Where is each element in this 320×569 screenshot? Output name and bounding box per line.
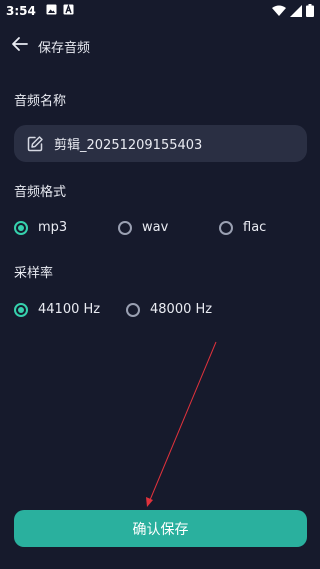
status-right-icons [272,4,314,20]
app-bar: 保存音频 [0,32,320,60]
format-option-label: wav [142,220,169,235]
back-button[interactable] [8,34,32,58]
radio-unselected-icon [126,302,140,317]
signal-icon [290,4,302,20]
format-option-label: mp3 [38,220,68,235]
edit-icon [26,135,44,153]
audio-format-label: 音频格式 [14,185,67,200]
sample-rate-option-44100[interactable]: 44100 Hz [14,302,100,317]
audio-name-input[interactable] [52,135,296,152]
audio-name-label: 音频名称 [14,94,67,109]
page-title: 保存音频 [38,40,91,56]
confirm-save-button[interactable]: 确认保存 [14,510,307,547]
wifi-icon [272,5,286,20]
image-icon [46,4,57,18]
status-time: 3:54 [6,4,36,18]
status-left-icons [46,3,74,18]
sample-rate-option-label: 44100 Hz [38,302,101,317]
radio-selected-icon [14,302,28,317]
annotation-arrow [146,341,217,507]
radio-selected-icon [14,220,28,235]
format-option-wav[interactable]: wav [118,220,168,235]
font-a-icon [63,3,74,18]
format-option-mp3[interactable]: mp3 [14,220,67,235]
format-option-flac[interactable]: flac [219,220,266,235]
sample-rate-label: 采样率 [14,266,54,281]
sample-rate-option-label: 48000 Hz [150,302,213,317]
radio-unselected-icon [219,220,233,235]
status-bar: 3:54 [0,0,320,22]
format-option-label: flac [243,220,267,235]
audio-name-field[interactable] [14,125,307,162]
sample-rate-option-48000[interactable]: 48000 Hz [126,302,212,317]
radio-unselected-icon [118,220,132,235]
battery-icon [306,4,314,20]
arrow-left-icon [11,35,29,57]
